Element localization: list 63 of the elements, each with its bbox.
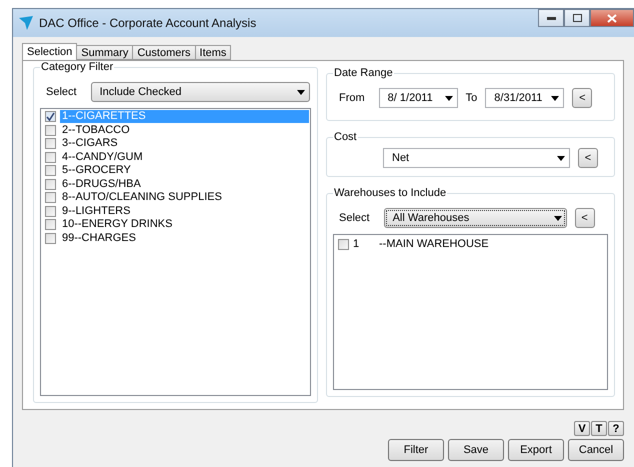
action-button[interactable]: Filter	[388, 439, 444, 461]
action-button[interactable]: Export	[508, 439, 564, 461]
category-item[interactable]: 6--DRUGS/HBA	[60, 178, 309, 191]
group-title: Category Filter	[40, 61, 114, 73]
maximize-icon	[572, 14, 582, 22]
select-label: Select	[45, 86, 78, 98]
category-item[interactable]: 5--GROCERY	[60, 164, 309, 178]
from-date-picker[interactable]: 8/ 1/2011	[378, 88, 458, 108]
group-title: Cost	[333, 131, 358, 143]
tab[interactable]: Selection	[22, 43, 78, 60]
checkbox[interactable]	[45, 232, 56, 244]
small-button[interactable]: T	[591, 421, 607, 436]
category-select[interactable]: Include Checked	[90, 82, 310, 102]
category-item[interactable]: 3--CIGARS	[60, 137, 309, 150]
caret-icon	[551, 96, 560, 100]
category-item[interactable]: 9--LIGHTERS	[60, 204, 309, 218]
checkbox[interactable]	[45, 124, 56, 136]
caret-icon	[444, 96, 453, 100]
warehouse-select[interactable]: All Warehouses	[384, 208, 567, 228]
check-icon	[46, 112, 55, 122]
to-date-picker[interactable]: 8/31/2011	[485, 88, 564, 108]
minimize-icon	[546, 16, 556, 20]
tab[interactable]: Customers	[132, 45, 196, 60]
cost-select[interactable]: Net	[383, 148, 570, 168]
category-item[interactable]: 99--CHARGES	[60, 232, 309, 245]
category-item[interactable]: 10--ENERGY DRINKS	[60, 218, 309, 232]
caret-icon	[554, 216, 562, 220]
category-item[interactable]: 2--TOBACCO	[60, 124, 309, 137]
action-button[interactable]: Cancel	[568, 439, 624, 461]
caret-icon	[557, 156, 565, 160]
maximize-button[interactable]	[564, 9, 590, 27]
select-label: Select	[338, 212, 371, 224]
close-icon	[607, 14, 617, 22]
tab[interactable]: Summary	[76, 45, 134, 60]
checkbox[interactable]	[45, 111, 56, 122]
checkbox[interactable]	[338, 238, 349, 250]
category-item[interactable]: 8--AUTO/CLEANING SUPPLIES	[60, 191, 309, 204]
caret-icon	[296, 90, 305, 94]
reset-button[interactable]: <	[572, 88, 592, 108]
checkbox[interactable]	[45, 152, 56, 163]
warehouse-number: 1	[353, 238, 360, 250]
action-button[interactable]: Save	[448, 439, 504, 461]
window-title: DAC Office - Corporate Account Analysis	[39, 16, 258, 30]
reset-button[interactable]: <	[578, 148, 598, 168]
from-label: From	[338, 92, 366, 104]
minimize-button[interactable]	[538, 9, 564, 27]
group-title: Date Range	[333, 67, 394, 79]
warehouse-name: --MAIN WAREHOUSE	[379, 238, 489, 250]
group-title: Warehouses to Include	[333, 187, 448, 199]
checkbox[interactable]	[45, 206, 56, 217]
checkbox[interactable]	[45, 165, 56, 176]
reset-button[interactable]: <	[574, 208, 595, 228]
small-button[interactable]: V	[574, 421, 590, 436]
to-label: To	[466, 92, 478, 104]
category-item[interactable]: 4--CANDY/GUM	[60, 150, 309, 164]
checkbox[interactable]	[45, 138, 56, 150]
checkbox[interactable]	[45, 219, 56, 230]
small-button[interactable]: ?	[608, 421, 624, 436]
close-button[interactable]	[590, 9, 634, 27]
tab[interactable]: Items	[194, 45, 232, 60]
checkbox[interactable]	[45, 192, 56, 204]
app-logo-icon	[19, 16, 33, 30]
checkbox[interactable]	[45, 178, 56, 190]
